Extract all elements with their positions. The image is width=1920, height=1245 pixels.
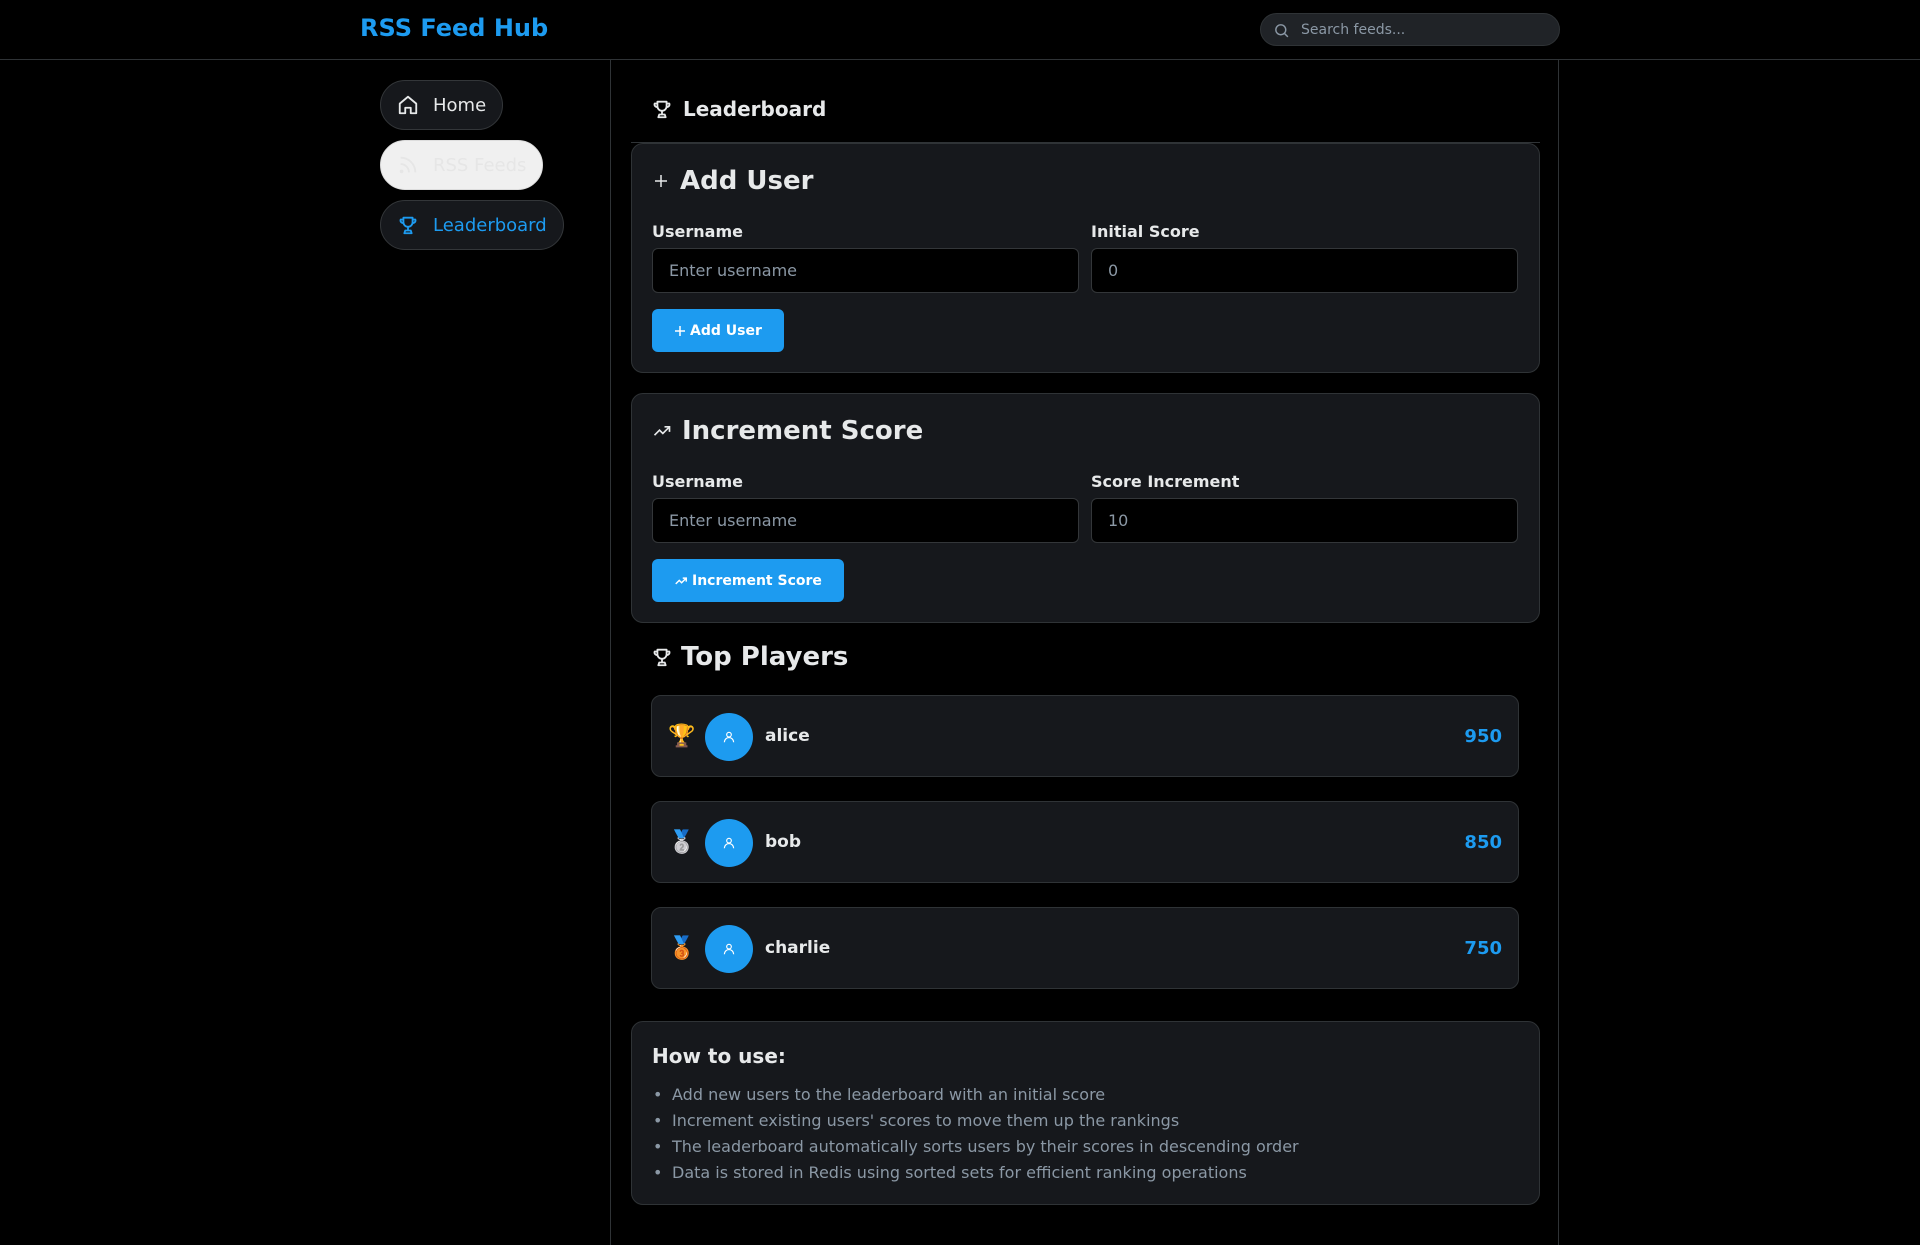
player-row[interactable]: 🏆 alice 950 (651, 695, 1519, 777)
sidebar-item-label: Leaderboard (433, 214, 547, 236)
sidebar-item-label: RSS Feeds (433, 154, 527, 176)
silver-medal-icon: 🥈 (668, 830, 696, 855)
avatar (705, 713, 753, 761)
top-players-title: Top Players (681, 642, 849, 672)
trending-up-icon (653, 426, 671, 436)
player-row[interactable]: 🥈 bob 850 (651, 801, 1519, 883)
username-label: Username (652, 472, 743, 491)
top-players-heading: Top Players (651, 642, 848, 672)
player-name: charlie (765, 938, 831, 958)
increment-score-button[interactable]: Increment Score (652, 559, 844, 602)
list-item: The leaderboard automatically sorts user… (653, 1134, 1299, 1160)
page-header: Leaderboard (631, 60, 1540, 143)
username-label: Username (652, 222, 743, 241)
avatar (705, 925, 753, 973)
increment-button-label: Increment Score (692, 572, 822, 589)
how-to-use-list: Add new users to the leaderboard with an… (653, 1082, 1299, 1186)
trending-up-icon (675, 576, 687, 584)
initial-score-input[interactable] (1091, 248, 1518, 293)
home-icon (398, 95, 418, 115)
plus-icon (675, 325, 685, 336)
gold-trophy-icon: 🏆 (668, 724, 696, 749)
add-user-button[interactable]: Add User (652, 309, 784, 352)
main-content: Leaderboard Add User Username Initial Sc… (610, 60, 1559, 1245)
player-score: 950 (1464, 726, 1502, 747)
sidebar: Home RSS Feeds Leaderboard (380, 80, 600, 260)
player-name: bob (765, 832, 802, 852)
list-item: Data is stored in Redis using sorted set… (653, 1160, 1299, 1186)
add-user-button-label: Add User (690, 322, 762, 339)
sidebar-item-leaderboard[interactable]: Leaderboard (380, 200, 564, 250)
search-input[interactable] (1301, 14, 1551, 45)
add-user-title: Add User (680, 166, 814, 196)
user-icon (723, 731, 735, 743)
brand-logo[interactable]: RSS Feed Hub (360, 14, 548, 42)
user-icon (723, 943, 735, 955)
add-user-heading: Add User (652, 166, 813, 196)
sidebar-item-label: Home (433, 94, 487, 116)
how-to-use-card: How to use: Add new users to the leaderb… (631, 1021, 1540, 1205)
player-row[interactable]: 🥉 charlie 750 (651, 907, 1519, 989)
player-score: 850 (1464, 832, 1502, 853)
add-username-input[interactable] (652, 248, 1079, 293)
rss-icon (399, 156, 417, 174)
increment-score-card: Increment Score Username Score Increment… (631, 393, 1540, 623)
increment-title: Increment Score (682, 416, 924, 446)
trophy-icon (399, 216, 417, 235)
trophy-icon (653, 648, 671, 667)
player-name: alice (765, 726, 810, 746)
add-user-card: Add User Username Initial Score Add User (631, 143, 1540, 373)
score-increment-label: Score Increment (1091, 472, 1240, 491)
page-title: Leaderboard (683, 97, 827, 121)
user-icon (723, 837, 735, 849)
increment-heading: Increment Score (652, 416, 923, 446)
increment-username-input[interactable] (652, 498, 1079, 543)
sidebar-item-home[interactable]: Home (380, 80, 504, 130)
sidebar-item-rss-feeds[interactable]: RSS Feeds (380, 140, 544, 190)
how-to-use-title: How to use: (652, 1044, 786, 1068)
avatar (705, 819, 753, 867)
list-item: Increment existing users' scores to move… (653, 1108, 1299, 1134)
plus-icon (655, 175, 667, 187)
initial-score-label: Initial Score (1091, 222, 1200, 241)
score-increment-input[interactable] (1091, 498, 1518, 543)
list-item: Add new users to the leaderboard with an… (653, 1082, 1299, 1108)
top-bar: RSS Feed Hub (0, 0, 1920, 60)
player-score: 750 (1464, 938, 1502, 959)
trophy-icon (653, 100, 671, 119)
bronze-medal-icon: 🥉 (668, 936, 696, 961)
search-icon (1275, 24, 1289, 38)
search-box[interactable] (1260, 13, 1560, 46)
